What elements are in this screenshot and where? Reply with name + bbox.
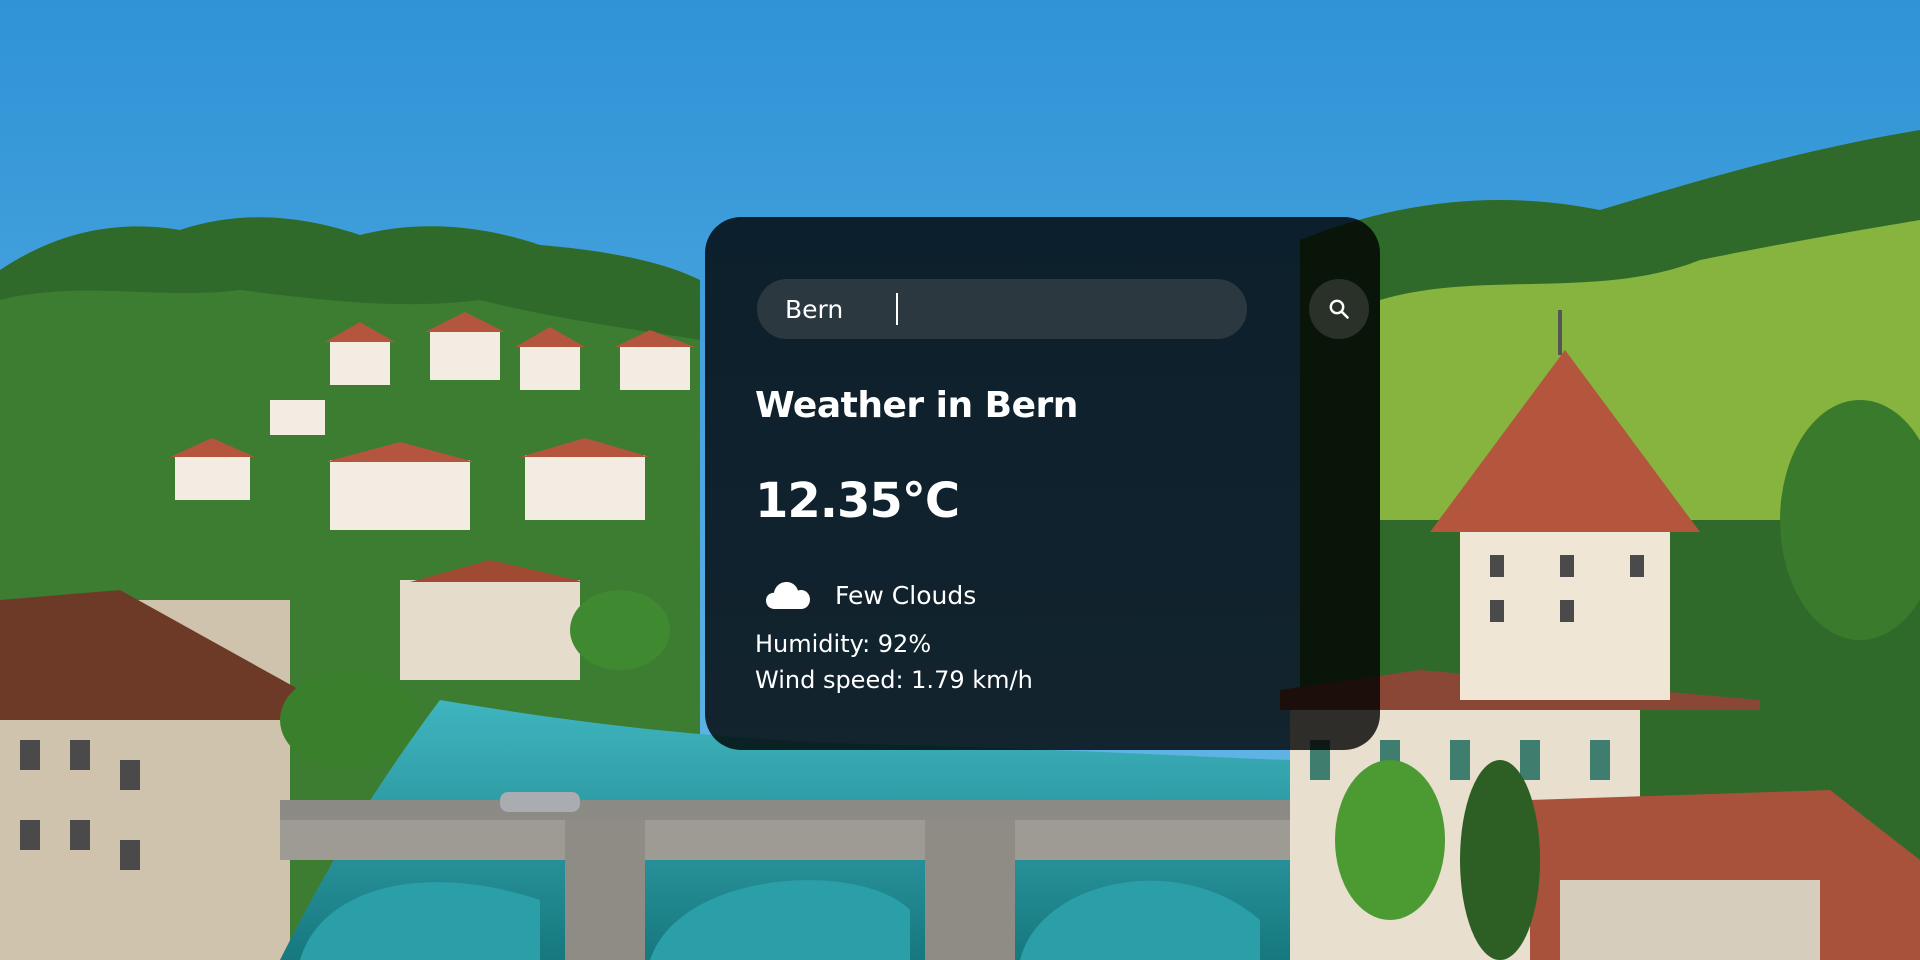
- temperature-value: 12.35°C: [755, 473, 960, 529]
- search-button[interactable]: [1309, 279, 1369, 339]
- humidity-text: Humidity: 92%: [755, 630, 932, 658]
- search-bar: [757, 279, 1369, 339]
- text-cursor: [896, 293, 898, 325]
- cloud-icon: [766, 582, 810, 609]
- weather-title: Weather in Bern: [755, 385, 1078, 426]
- search-input[interactable]: [757, 279, 1247, 339]
- condition-text: Few Clouds: [835, 580, 977, 610]
- condition-row: Few Clouds: [765, 575, 976, 615]
- wind-speed-text: Wind speed: 1.79 km/h: [755, 666, 1033, 694]
- weather-card: Weather in Bern 12.35°C Few Clouds Humid…: [705, 217, 1380, 750]
- search-icon: [1329, 299, 1349, 319]
